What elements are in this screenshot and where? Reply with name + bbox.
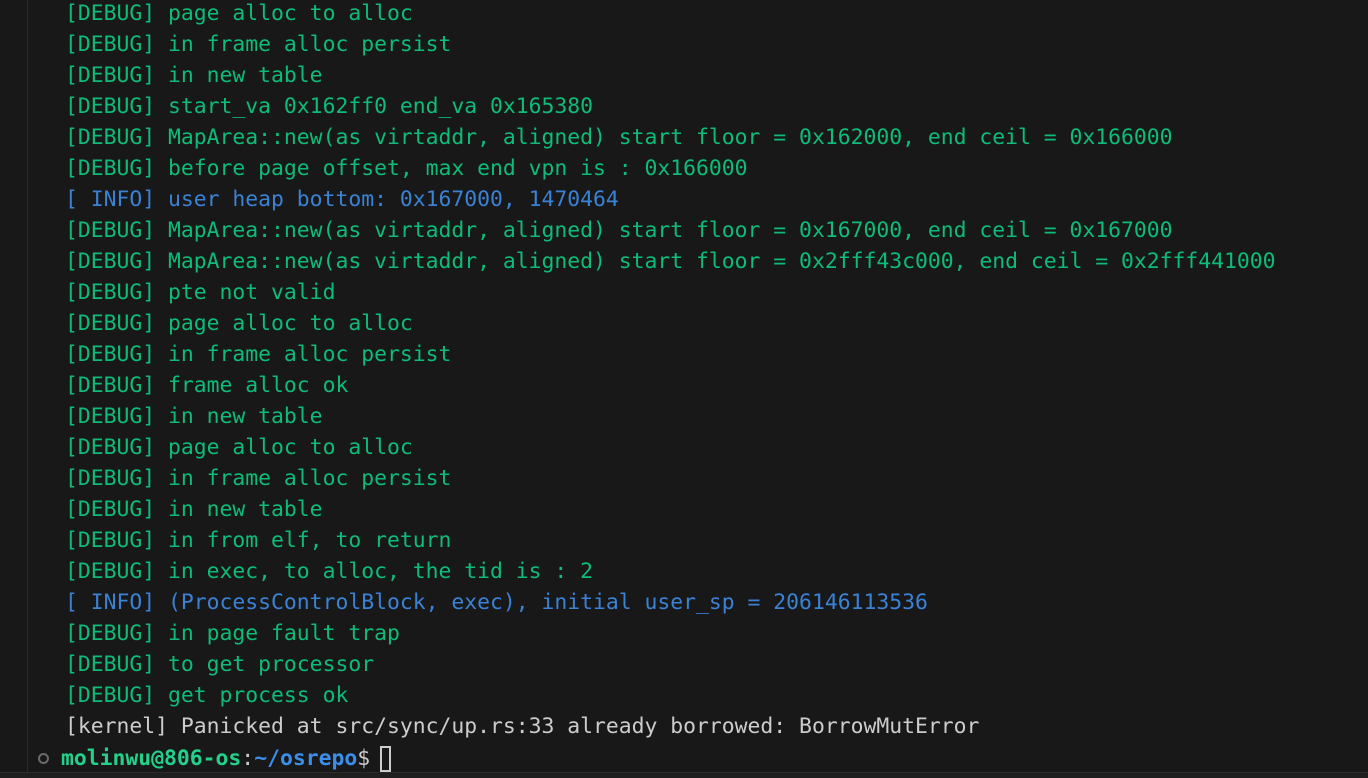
log-line-debug: [DEBUG] in new table <box>65 404 323 429</box>
log-line-debug: [DEBUG] in frame alloc persist <box>65 466 452 491</box>
block-cursor-icon[interactable] <box>380 745 392 772</box>
command-status-circle-icon[interactable] <box>38 753 49 764</box>
log-line-plain: [kernel] Panicked at src/sync/up.rs:33 a… <box>65 714 980 739</box>
log-line-debug: [DEBUG] page alloc to alloc <box>65 311 413 336</box>
log-line-debug: [DEBUG] in exec, to alloc, the tid is : … <box>65 559 594 584</box>
log-line-debug: [DEBUG] page alloc to alloc <box>65 435 413 460</box>
prompt-symbol: $ <box>357 746 371 771</box>
log-line-debug: [DEBUG] page alloc to alloc <box>65 1 413 26</box>
log-line-debug: [DEBUG] MapArea::new(as virtaddr, aligne… <box>65 125 1173 150</box>
log-line-debug: [DEBUG] in frame alloc persist <box>65 342 452 367</box>
log-line-info: [ INFO] (ProcessControlBlock, exec), ini… <box>65 590 928 615</box>
gutter-divider <box>27 0 28 772</box>
log-line-debug: [DEBUG] before page offset, max end vpn … <box>65 156 748 181</box>
log-line-debug: [DEBUG] pte not valid <box>65 280 336 305</box>
log-line-info: [ INFO] user heap bottom: 0x167000, 1470… <box>65 187 619 212</box>
log-line-debug: [DEBUG] frame alloc ok <box>65 373 349 398</box>
prompt-separator: : <box>241 746 255 771</box>
log-line-debug: [DEBUG] in new table <box>65 497 323 522</box>
log-line-debug: [DEBUG] to get processor <box>65 652 375 677</box>
terminal-output[interactable]: [DEBUG] page alloc to alloc [DEBUG] in fr… <box>65 0 1368 742</box>
log-line-debug: [DEBUG] in from elf, to return <box>65 528 452 553</box>
panel-bottom-border <box>0 772 1368 778</box>
log-line-debug: [DEBUG] MapArea::new(as virtaddr, aligne… <box>65 249 1276 274</box>
log-line-debug: [DEBUG] start_va 0x162ff0 end_va 0x16538… <box>65 94 594 119</box>
log-line-debug: [DEBUG] in new table <box>65 63 323 88</box>
log-line-debug: [DEBUG] in page fault trap <box>65 621 400 646</box>
terminal-prompt[interactable]: molinwu@806-os : ~/osrepo $ <box>38 743 392 774</box>
log-line-debug: [DEBUG] MapArea::new(as virtaddr, aligne… <box>65 218 1173 243</box>
log-line-debug: [DEBUG] in frame alloc persist <box>65 32 452 57</box>
prompt-path: ~/osrepo <box>254 746 358 771</box>
prompt-user-host: molinwu@806-os <box>61 746 242 771</box>
log-line-debug: [DEBUG] get process ok <box>65 683 349 708</box>
